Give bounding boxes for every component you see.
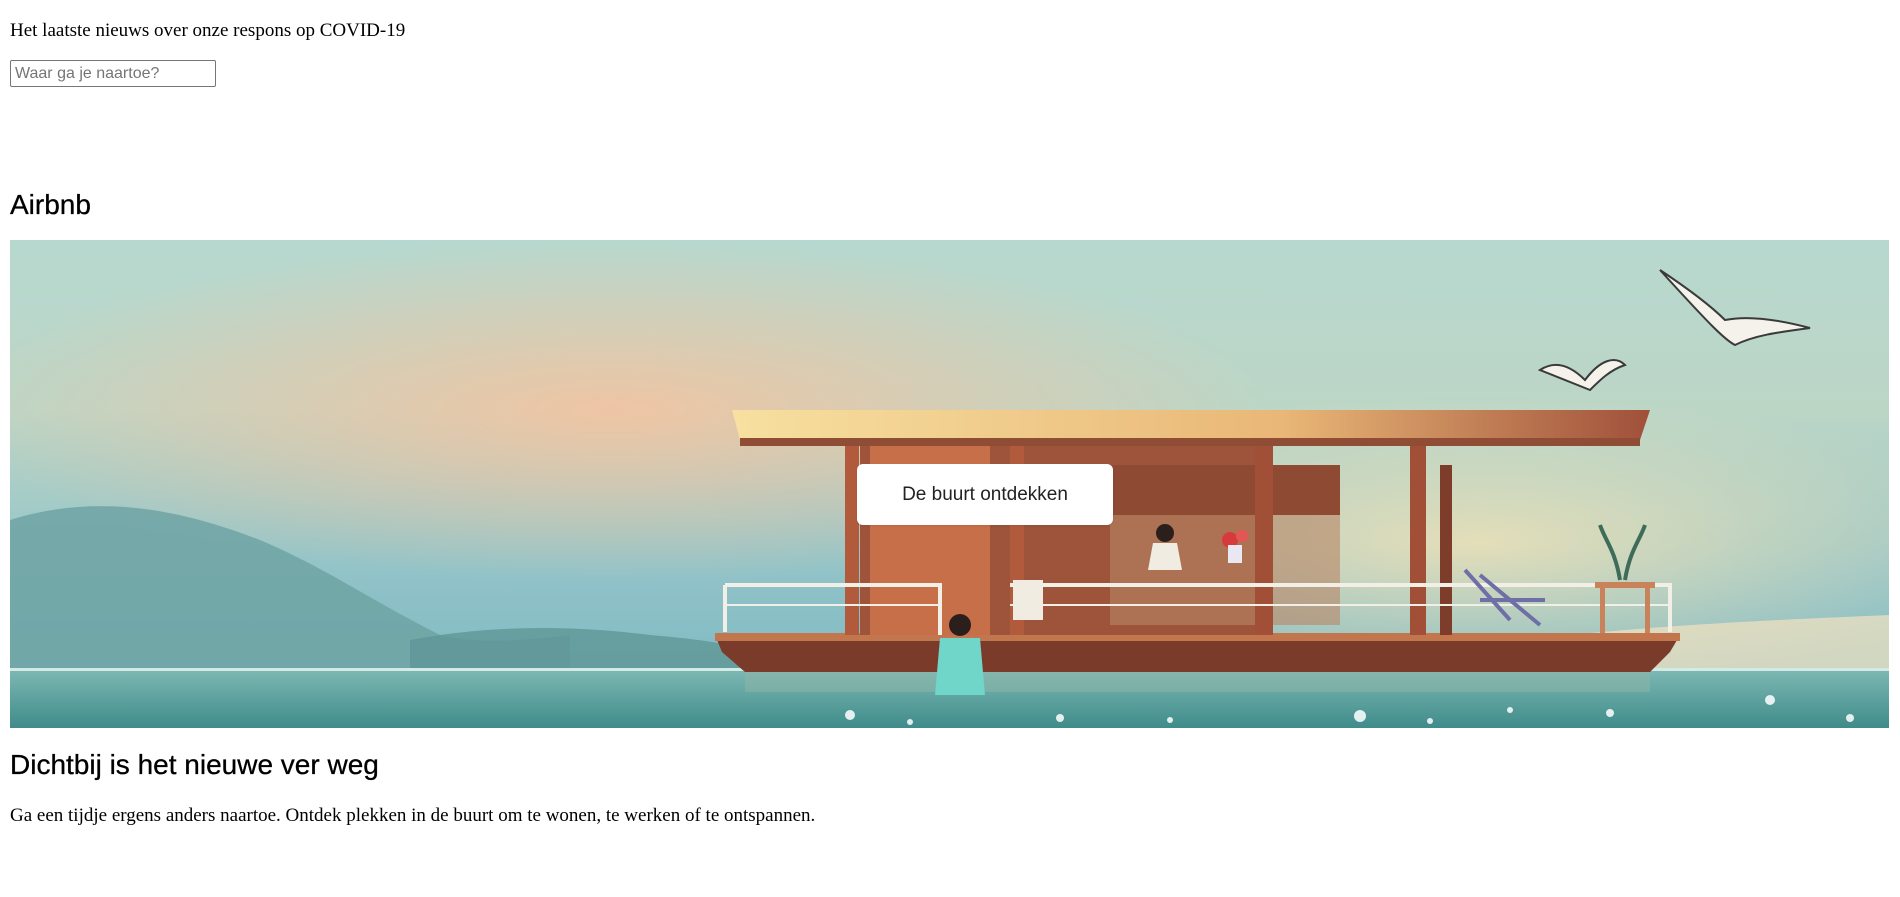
feature-description: Ga een tijdje ergens anders naartoe. Ont… <box>10 805 816 826</box>
page: Het laatste nieuws over onze respons op … <box>0 19 1900 87</box>
explore-nearby-button[interactable]: De buurt ontdekken <box>857 464 1113 525</box>
brand-title: Airbnb <box>10 189 91 220</box>
feature-headline: Dichtbij is het nieuwe ver weg <box>10 749 379 780</box>
hero-banner: De buurt ontdekken <box>10 240 1889 728</box>
covid-news-link[interactable]: Het laatste nieuws over onze respons op … <box>10 19 1890 43</box>
search-input[interactable] <box>10 60 216 87</box>
